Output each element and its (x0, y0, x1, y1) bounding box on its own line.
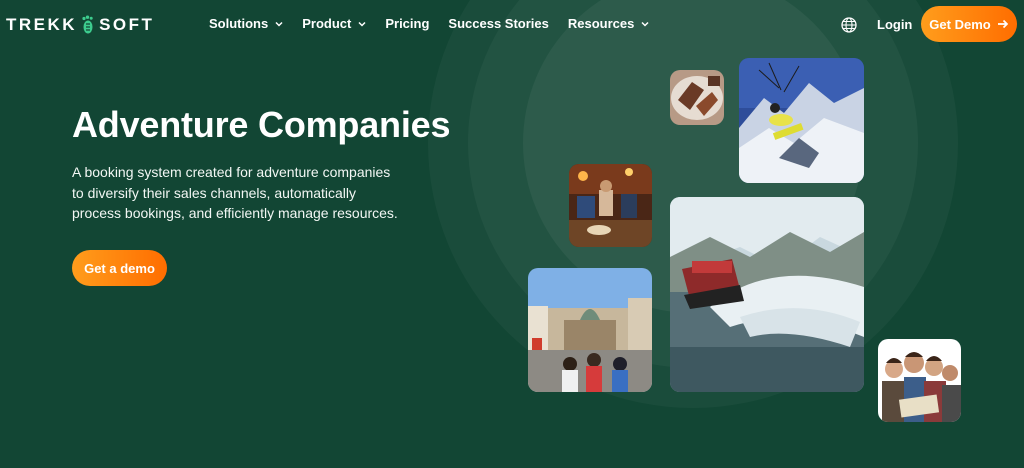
page-title: Adventure Companies (72, 104, 451, 145)
hero-description: A booking system created for adventure c… (72, 164, 398, 221)
chevron-down-icon (358, 21, 366, 27)
top-navigation: TREKK SOFT Solutions Product Pricing Suc… (0, 0, 1024, 48)
nav-item-resources[interactable]: Resources (568, 16, 649, 31)
get-demo-button[interactable]: Get Demo (921, 6, 1017, 42)
get-demo-label: Get Demo (929, 16, 991, 32)
nav-item-product[interactable]: Product (302, 16, 366, 31)
group-selfie-photo (878, 339, 961, 422)
chevron-down-icon (275, 21, 283, 27)
nav-item-solutions[interactable]: Solutions (209, 16, 283, 31)
paragliding-photo (739, 58, 864, 183)
city-tour-photo (528, 268, 652, 392)
food-photo (670, 70, 724, 125)
jetboat-photo (670, 197, 864, 392)
get-a-demo-button[interactable]: Get a demo (72, 250, 167, 286)
footprint-icon (82, 15, 93, 34)
trekksoft-logo[interactable]: TREKK SOFT (6, 13, 154, 37)
chevron-down-icon (641, 21, 649, 27)
nav-item-pricing[interactable]: Pricing (385, 16, 429, 31)
globe-icon[interactable] (841, 17, 857, 33)
logo-text-left: TREKK (6, 15, 78, 34)
logo-text-right: SOFT (99, 15, 155, 34)
main-menu: Solutions Product Pricing Success Storie… (209, 16, 668, 31)
restaurant-photo (569, 164, 652, 247)
arrow-right-icon (997, 19, 1008, 29)
nav-item-success-stories[interactable]: Success Stories (448, 16, 548, 31)
login-link[interactable]: Login (877, 17, 912, 32)
